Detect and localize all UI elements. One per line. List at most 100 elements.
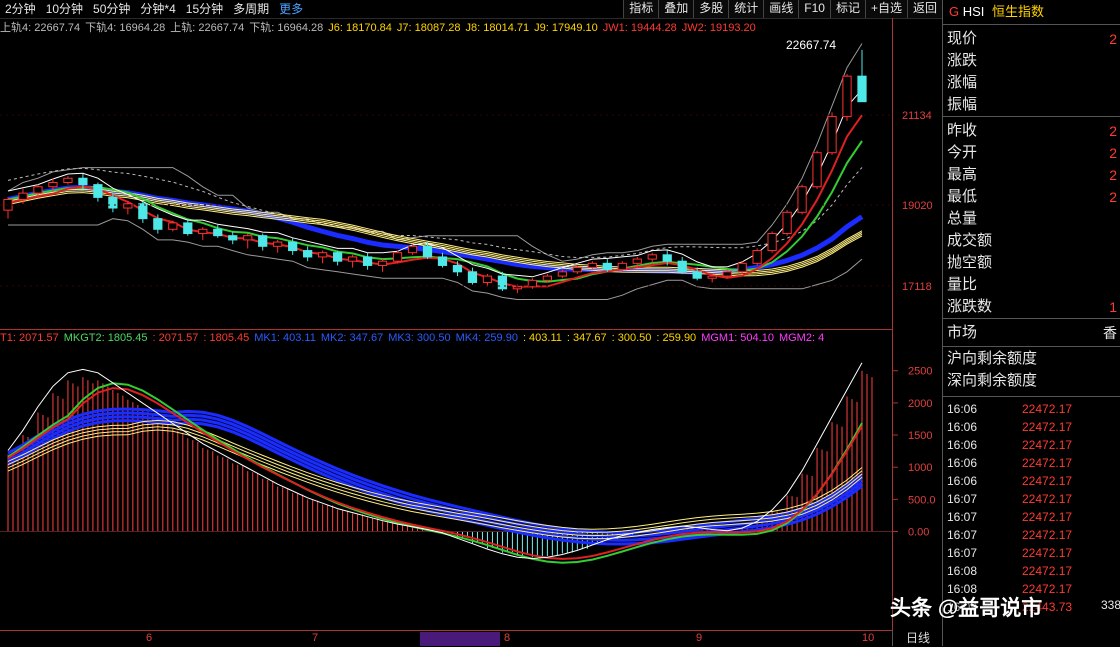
- candle-body[interactable]: [512, 286, 523, 290]
- trade-price: 22472.17: [1022, 546, 1073, 560]
- candle-body[interactable]: [632, 258, 642, 264]
- candle-body[interactable]: [48, 182, 58, 188]
- trade-time: 16:07: [947, 528, 978, 542]
- red-ma-line: [7, 114, 863, 288]
- candle-body[interactable]: [33, 186, 43, 194]
- scroll-thumb[interactable]: [420, 632, 500, 646]
- trade-row: 16:07 22472.17: [947, 544, 1120, 562]
- candle-body[interactable]: [437, 256, 448, 266]
- quote-label: 今开: [947, 144, 978, 161]
- candle-body[interactable]: [677, 260, 687, 273]
- candle-body[interactable]: [332, 252, 343, 262]
- trade-row: 16:06 22472.17: [947, 472, 1120, 490]
- period-daily-label[interactable]: 日线: [892, 630, 943, 646]
- trade-row: 16:08 22472.17: [947, 562, 1120, 580]
- quote-label: 振幅: [947, 96, 978, 113]
- quote-value: 2: [1109, 145, 1117, 161]
- candle-body[interactable]: [347, 256, 358, 262]
- quote-row: 今开 2: [947, 142, 1117, 164]
- quote-value: 2: [1109, 189, 1117, 205]
- trade-price: 22472.17: [1022, 492, 1073, 506]
- quote-label: 成交额: [947, 232, 993, 249]
- candle-body[interactable]: [722, 271, 732, 277]
- candle-body[interactable]: [377, 260, 388, 266]
- candle-body[interactable]: [407, 245, 418, 254]
- watermark: 头条 @益哥说市: [890, 597, 1043, 620]
- quote-row: 涨跌数 1: [947, 296, 1117, 318]
- candle-body[interactable]: [737, 262, 747, 273]
- candle-body[interactable]: [138, 203, 148, 220]
- trade-row: 16:07 22472.17: [947, 508, 1120, 526]
- candle-body[interactable]: [842, 75, 852, 118]
- candle-body[interactable]: [168, 222, 178, 230]
- trade-time: 16:07: [947, 546, 978, 560]
- candle-body[interactable]: [617, 262, 627, 271]
- candle-body[interactable]: [123, 203, 133, 209]
- candle-body[interactable]: [392, 252, 403, 262]
- candle-body[interactable]: [572, 267, 582, 273]
- candle-body[interactable]: [602, 262, 612, 271]
- candle-body[interactable]: [213, 228, 223, 237]
- symbol-name: 恒生指数: [992, 4, 1045, 19]
- trade-row: 16:06 22472.17: [947, 400, 1120, 418]
- candle-body[interactable]: [303, 250, 313, 258]
- kline-chart[interactable]: 21134 19020 17118 2500 2000 1500 1000 500.0 0.00: [0, 0, 942, 646]
- candle-body[interactable]: [108, 196, 118, 209]
- candle-body[interactable]: [228, 235, 238, 241]
- candle-body[interactable]: [752, 250, 762, 264]
- candle-body[interactable]: [587, 262, 597, 269]
- candle-body[interactable]: [662, 254, 672, 262]
- candle-body[interactable]: [78, 177, 88, 186]
- high-price-label: 22667.74: [786, 38, 837, 52]
- trade-time: 16:07: [947, 510, 978, 524]
- candle-body[interactable]: [362, 256, 373, 266]
- price-tick-label: 21134: [902, 110, 932, 122]
- macd-yellow-line: [7, 426, 863, 537]
- quote-row: 抛空额: [947, 252, 1117, 274]
- symbol-title: G HSI 恒生指数: [943, 2, 1120, 22]
- candle-body[interactable]: [782, 211, 792, 235]
- price-tick-label: 17118: [902, 281, 932, 293]
- quote-row: 最低 2: [947, 186, 1117, 208]
- trade-row: 16:07 22472.17: [947, 526, 1120, 544]
- candle-body[interactable]: [707, 275, 717, 279]
- candle-body[interactable]: [18, 192, 28, 201]
- quota-label: 深向剩余额度: [947, 372, 1038, 389]
- pane-divider: [0, 329, 892, 330]
- candle-body[interactable]: [318, 252, 328, 258]
- candle-body[interactable]: [767, 233, 777, 252]
- quota-row: 深向剩余额度: [947, 370, 1117, 392]
- candle-body[interactable]: [93, 184, 103, 198]
- trade-time: 16:06: [947, 438, 978, 452]
- candle-body[interactable]: [183, 222, 193, 235]
- candle-body[interactable]: [452, 264, 463, 273]
- quote-row: 量比: [947, 274, 1117, 296]
- candle-body[interactable]: [198, 228, 208, 235]
- candle-body[interactable]: [647, 254, 657, 260]
- candle-body[interactable]: [63, 177, 73, 183]
- quote-panel: G HSI 恒生指数 现价 2 涨跌 涨幅 振幅 昨收 2 今开 2 最高 2 最低 2 总量 成交额 抛空额…: [942, 0, 1120, 646]
- candle-body[interactable]: [542, 275, 552, 281]
- candle-body[interactable]: [812, 152, 822, 188]
- candle-body[interactable]: [467, 271, 478, 283]
- candle-body[interactable]: [243, 235, 253, 241]
- separator: [943, 318, 1120, 319]
- candle-body[interactable]: [482, 275, 493, 283]
- candle-body[interactable]: [692, 271, 702, 279]
- candle-body[interactable]: [797, 186, 807, 213]
- candle-body[interactable]: [557, 271, 567, 277]
- quote-row: 最高 2: [947, 164, 1117, 186]
- candle-body[interactable]: [153, 218, 163, 230]
- candle-body[interactable]: [288, 241, 298, 252]
- date-label: 8: [504, 632, 511, 644]
- candle-body[interactable]: [857, 75, 867, 103]
- separator: [943, 116, 1120, 117]
- candle-body[interactable]: [497, 275, 508, 290]
- candle-body[interactable]: [273, 241, 283, 247]
- candle-body[interactable]: [827, 116, 837, 154]
- candle-body[interactable]: [258, 235, 268, 247]
- separator: [943, 346, 1120, 347]
- quote-row: 现价 2: [947, 28, 1117, 50]
- candle-body[interactable]: [422, 245, 433, 258]
- trade-price: 22472.17: [1022, 564, 1073, 578]
